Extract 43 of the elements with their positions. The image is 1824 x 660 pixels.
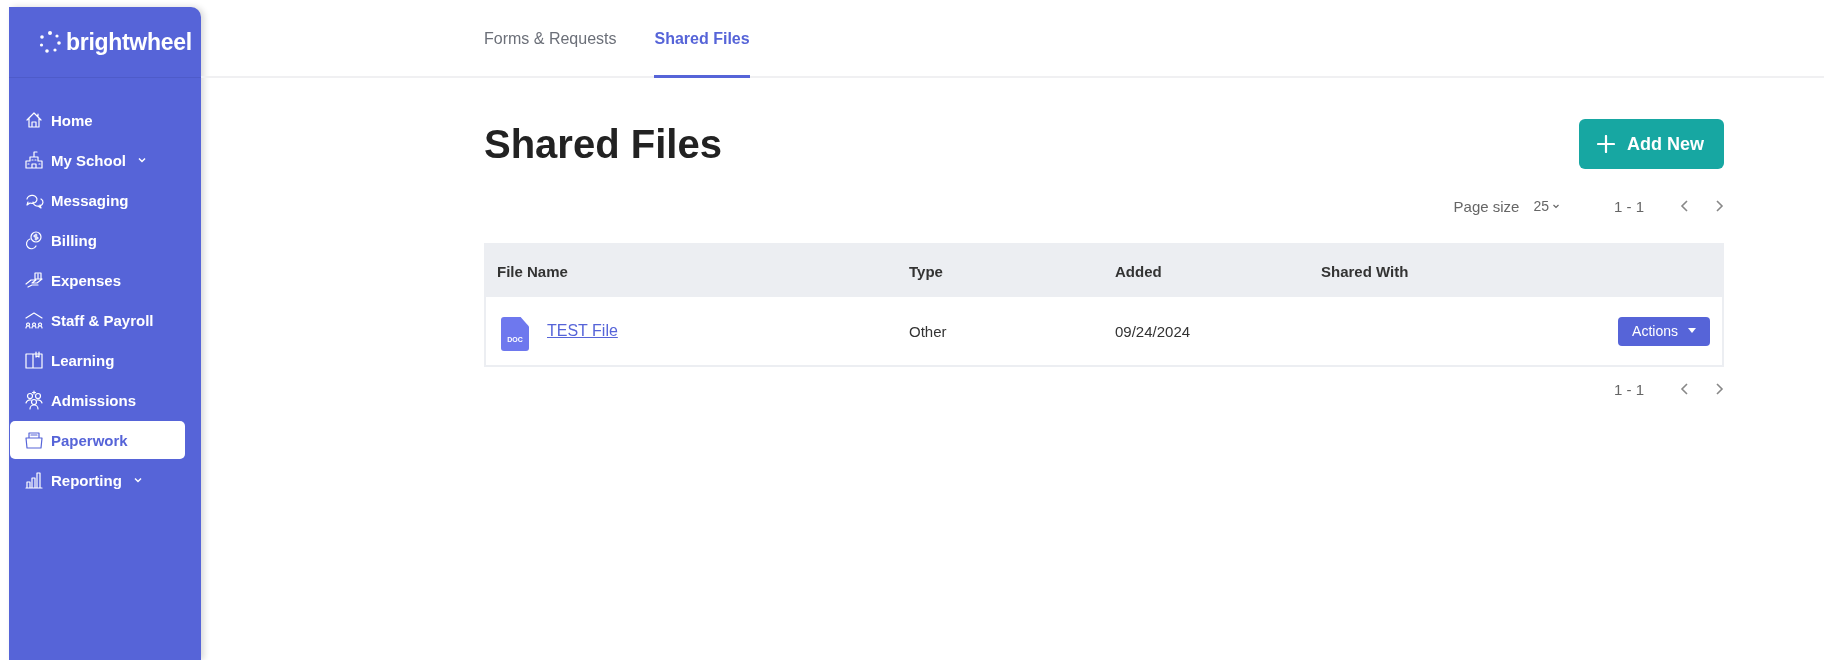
book-icon	[24, 350, 44, 370]
sidebar-item[interactable]: Admissions	[10, 381, 185, 419]
sidebar-item[interactable]: Home	[10, 101, 185, 139]
page-size-select[interactable]: 25	[1533, 198, 1560, 214]
column-header: File Name	[496, 262, 569, 280]
sidebar-item[interactable]: Reporting	[10, 461, 185, 499]
sidebar-item[interactable]: Messaging	[10, 181, 185, 219]
table-cell-text: 09/24/2024	[1114, 322, 1192, 340]
tab[interactable]: Forms & Requests	[484, 0, 617, 78]
chevron-right-icon[interactable]	[1714, 382, 1724, 396]
coins-icon	[24, 230, 44, 250]
chevron-left-icon[interactable]	[1680, 382, 1690, 396]
home-icon	[24, 110, 44, 130]
sidebar-item[interactable]: Staff & Payroll	[10, 301, 185, 339]
column-header: Type	[908, 262, 944, 280]
table-cell-text: Other	[908, 322, 948, 340]
page-range: 1 - 1	[1614, 197, 1644, 215]
plus-icon	[1597, 135, 1615, 153]
sidebar-item[interactable]: Learning	[10, 341, 185, 379]
page-range: 1 - 1	[1614, 380, 1644, 398]
actions-button[interactable]: Actions	[1618, 316, 1710, 346]
people-icon	[24, 390, 44, 410]
sidebar-item[interactable]: Paperwork	[10, 421, 185, 459]
school-icon	[24, 150, 44, 170]
page-size-label: Page size	[1453, 197, 1520, 215]
chevron-right-icon[interactable]	[1714, 199, 1724, 213]
sidebar-item[interactable]: Billing	[10, 221, 185, 259]
tab[interactable]: Shared Files	[654, 0, 750, 78]
logo-text: brightwheel	[66, 28, 192, 56]
hand-icon	[24, 270, 44, 290]
staff-icon	[24, 310, 44, 330]
file-name-link[interactable]: TEST File	[547, 322, 618, 340]
sidebar-item[interactable]: My School	[10, 141, 185, 179]
sidebar-item[interactable]: Expenses	[10, 261, 185, 299]
chevron-left-icon[interactable]	[1680, 199, 1690, 213]
column-header: Added	[1114, 262, 1163, 280]
column-header: Shared With	[1320, 262, 1410, 280]
add-new-button[interactable]: Add New	[1579, 119, 1724, 169]
chevron-down-icon	[1552, 202, 1560, 210]
page-title: Shared Files	[484, 121, 722, 167]
logo-icon	[38, 30, 62, 54]
caret-icon	[1688, 328, 1696, 334]
chart-icon	[24, 470, 44, 490]
